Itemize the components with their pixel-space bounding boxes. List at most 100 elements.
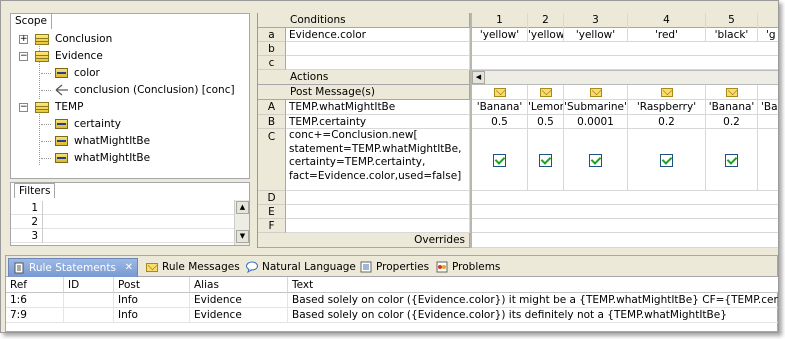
table-row-ref[interactable]: 7:9 <box>6 308 64 323</box>
tree-node-conclusion-association[interactable]: conclusion (Conclusion) [conc] <box>11 82 241 99</box>
checkbox-checked-icon[interactable] <box>725 153 738 167</box>
field-icon <box>55 68 68 78</box>
tree-node-conclusion[interactable]: + Conclusion <box>11 31 241 48</box>
table-row-id[interactable] <box>64 308 114 323</box>
table-row-post[interactable]: Info <box>114 308 190 323</box>
scroll-up-button[interactable]: ▲ <box>236 201 249 214</box>
action-value[interactable]: 'Submarine' <box>564 100 628 115</box>
tab-rule-statements[interactable]: Rule Statements ✕ <box>8 258 138 277</box>
column-header[interactable]: 2 <box>528 13 564 28</box>
action-value[interactable]: 'Raspberry' <box>628 100 706 115</box>
action-checkbox-cell[interactable] <box>706 129 758 191</box>
action-checkbox-cell[interactable] <box>628 129 706 191</box>
column-header-alias[interactable]: Alias <box>190 277 288 293</box>
table-row-alias[interactable]: Evidence <box>190 308 288 323</box>
column-header[interactable]: 1 <box>472 13 528 28</box>
condition-row-values[interactable] <box>472 56 778 70</box>
action-expression[interactable]: TEMP.whatMightItBe <box>286 100 470 115</box>
condition-value[interactable]: 'yellow' <box>472 28 528 42</box>
condition-row-values[interactable] <box>472 42 778 56</box>
tab-rule-messages[interactable]: Rule Messages <box>142 258 246 277</box>
collapse-icon[interactable]: − <box>19 52 28 61</box>
action-row-values[interactable] <box>472 219 778 233</box>
post-message-cell[interactable] <box>706 85 758 100</box>
action-row-values[interactable] <box>472 205 778 219</box>
post-message-cell[interactable] <box>472 85 528 100</box>
column-header-text[interactable]: Text <box>288 277 778 293</box>
close-icon[interactable]: ✕ <box>125 259 133 277</box>
tree-node-whatmightitbe[interactable]: whatMightItBe <box>11 133 241 150</box>
envelope-icon <box>725 87 738 97</box>
filters-scrollbar[interactable]: ▲ ▼ <box>234 200 249 245</box>
column-header-id[interactable]: ID <box>64 277 114 293</box>
tree-node-color[interactable]: color <box>11 65 241 82</box>
tab-filters[interactable]: Filters <box>14 183 56 198</box>
condition-expression[interactable]: Evidence.color <box>286 28 470 42</box>
condition-value[interactable]: 'g <box>758 28 778 42</box>
filter-row[interactable]: 3 <box>11 229 234 243</box>
checkbox-checked-icon[interactable] <box>539 153 552 167</box>
action-row-values[interactable] <box>472 191 778 205</box>
tab-problems[interactable]: Problems <box>432 258 506 277</box>
action-checkbox-cell[interactable] <box>472 129 528 191</box>
tab-label: Natural Language <box>262 261 356 273</box>
post-message-cell[interactable] <box>564 85 628 100</box>
action-value[interactable]: 0.5 <box>528 115 564 129</box>
checkbox-checked-icon[interactable] <box>660 153 673 167</box>
action-value[interactable] <box>758 115 778 129</box>
tree-node-temp[interactable]: − TEMP <box>11 99 241 116</box>
table-row-ref[interactable]: 1:6 <box>6 293 64 308</box>
condition-value[interactable]: 'yellow' <box>564 28 628 42</box>
action-expression[interactable] <box>286 205 470 219</box>
action-value[interactable]: 'Lemon' <box>528 100 564 115</box>
tab-natural-language[interactable]: Natural Language <box>242 258 362 277</box>
filter-row[interactable]: 2 <box>11 215 234 229</box>
column-header-ref[interactable]: Ref <box>6 277 64 293</box>
action-checkbox-cell[interactable] <box>528 129 564 191</box>
scroll-down-button[interactable]: ▼ <box>236 230 249 243</box>
action-expression[interactable] <box>286 219 470 233</box>
checkbox-checked-icon[interactable] <box>493 153 506 167</box>
action-value[interactable]: 'Banana' <box>472 100 528 115</box>
tab-properties[interactable]: Properties <box>356 258 435 277</box>
expand-icon[interactable]: + <box>19 35 28 44</box>
action-value[interactable]: 0.0001 <box>564 115 628 129</box>
horizontal-scrollbar[interactable]: ◀ <box>470 70 778 85</box>
tree-node-whatmightitbe-2[interactable]: whatMightItBe <box>11 150 241 167</box>
filter-row[interactable]: 1 <box>11 201 234 215</box>
action-checkbox-cell[interactable] <box>758 129 778 191</box>
condition-value[interactable]: 'black' <box>706 28 758 42</box>
tab-scope[interactable]: Scope <box>10 13 52 29</box>
condition-value[interactable]: 'red' <box>628 28 706 42</box>
condition-expression[interactable] <box>286 42 470 56</box>
tree-node-evidence[interactable]: − Evidence <box>11 48 241 65</box>
overrides-row[interactable] <box>472 233 778 248</box>
table-row-post[interactable]: Info <box>114 293 190 308</box>
action-expression[interactable]: TEMP.certainty <box>286 115 470 129</box>
post-message-cell[interactable] <box>628 85 706 100</box>
condition-expression[interactable] <box>286 56 470 70</box>
column-header[interactable]: 3 <box>564 13 628 28</box>
post-message-cell[interactable] <box>528 85 564 100</box>
table-row-id[interactable] <box>64 293 114 308</box>
action-value[interactable]: 'Ba <box>758 100 778 115</box>
action-checkbox-cell[interactable] <box>564 129 628 191</box>
checkbox-checked-icon[interactable] <box>589 153 602 167</box>
table-row-text[interactable]: Based solely on color ({Evidence.color})… <box>288 308 778 323</box>
tree-node-certainty[interactable]: certainty <box>11 116 241 133</box>
condition-value[interactable]: 'yellow' <box>528 28 564 42</box>
action-value[interactable]: 'Banana' <box>706 100 758 115</box>
action-value[interactable]: 0.2 <box>706 115 758 129</box>
scroll-left-button[interactable]: ◀ <box>472 71 485 84</box>
column-header[interactable]: 4 <box>628 13 706 28</box>
post-message-cell[interactable] <box>758 85 778 100</box>
collapse-icon[interactable]: − <box>19 103 28 112</box>
action-value[interactable]: 0.5 <box>472 115 528 129</box>
table-row-alias[interactable]: Evidence <box>190 293 288 308</box>
table-row-text[interactable]: Based solely on color ({Evidence.color})… <box>288 293 778 308</box>
action-expression[interactable] <box>286 191 470 205</box>
column-header[interactable]: 5 <box>706 13 758 28</box>
column-header-post[interactable]: Post <box>114 277 190 293</box>
action-expression[interactable]: conc+=Conclusion.new[ statement=TEMP.wha… <box>286 129 470 191</box>
action-value[interactable]: 0.2 <box>628 115 706 129</box>
